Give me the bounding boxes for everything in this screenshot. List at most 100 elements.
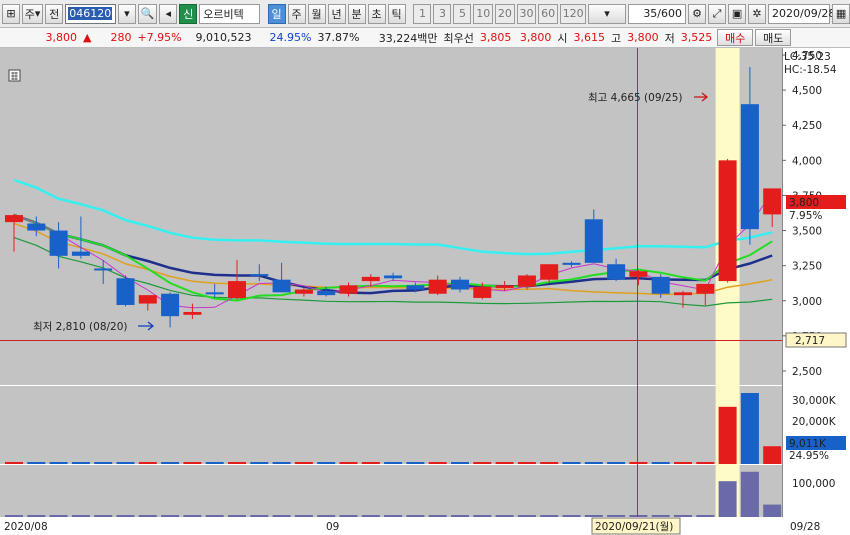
market-select[interactable]: 주 ▾ bbox=[22, 3, 44, 24]
volume-bar bbox=[317, 462, 336, 464]
period-type-button[interactable]: 전 bbox=[45, 3, 64, 24]
buy-button[interactable]: 매수 bbox=[717, 29, 754, 46]
turnover-bar bbox=[740, 471, 759, 517]
period-tab-label: 초 bbox=[371, 7, 382, 21]
volume-pane[interactable] bbox=[0, 386, 782, 464]
date-field[interactable]: 2020/09/28 bbox=[768, 3, 835, 24]
turnover-bar bbox=[5, 515, 23, 517]
chart-type-icon[interactable]: ⊞ bbox=[2, 3, 20, 24]
date-value: 2020/09/28 bbox=[772, 7, 836, 20]
save-icon[interactable]: ▣ bbox=[728, 3, 747, 24]
turnover-bar bbox=[607, 515, 626, 517]
candle-body bbox=[317, 290, 336, 296]
stock-name-field[interactable]: 오르비텍 bbox=[199, 3, 260, 24]
trade-amount: 33,224백만 bbox=[378, 31, 438, 45]
high-price: 3,800 bbox=[627, 31, 659, 44]
turnover-pane[interactable] bbox=[0, 465, 782, 517]
volume-bar bbox=[696, 462, 715, 464]
draw-icon[interactable]: ⤢ bbox=[708, 3, 727, 24]
volume-bar bbox=[540, 462, 559, 464]
volume-bar bbox=[5, 462, 23, 464]
volume-bar bbox=[228, 462, 246, 464]
tick-button-30[interactable]: 30 bbox=[516, 3, 537, 24]
data-count-field[interactable]: 35/600 bbox=[627, 3, 687, 24]
sell-button-label: 매도 bbox=[763, 31, 784, 45]
open-price: 3,615 bbox=[573, 31, 605, 44]
candle-body bbox=[71, 251, 90, 256]
price-tick-label: 4,500 bbox=[792, 85, 822, 97]
period-tab-label: 주 bbox=[291, 7, 302, 21]
x-axis-panel bbox=[0, 517, 850, 535]
candle-body bbox=[138, 295, 157, 304]
volume-ratio: 24.95% bbox=[269, 31, 312, 44]
turnover-bar bbox=[495, 515, 514, 517]
volume-bar bbox=[272, 462, 291, 464]
turnover-bar bbox=[205, 515, 224, 517]
price-tick-label: 3,000 bbox=[792, 296, 822, 308]
period-tab-tick[interactable]: 틱 bbox=[387, 3, 406, 24]
calendar-icon[interactable]: ▦ bbox=[832, 3, 850, 24]
volume-bar bbox=[339, 462, 358, 464]
turnover-bar bbox=[696, 515, 715, 517]
period-tab-month[interactable]: 월 bbox=[307, 3, 326, 24]
min-annotation: 최저 2,810 (08/20) bbox=[33, 321, 128, 333]
turnover-bar bbox=[517, 515, 536, 517]
stock-code-input[interactable]: 046120 bbox=[65, 3, 116, 24]
candle-body bbox=[473, 286, 492, 298]
tick-button-3[interactable]: 3 bbox=[433, 3, 452, 24]
tick-button-5[interactable]: 5 bbox=[453, 3, 472, 24]
volume-bar bbox=[517, 462, 536, 464]
turnover-bar bbox=[317, 515, 336, 517]
x-label-start: 2020/08 bbox=[4, 521, 48, 533]
volume-bar bbox=[584, 462, 603, 464]
turnover-bar bbox=[674, 515, 692, 517]
sell-button[interactable]: 매도 bbox=[755, 29, 792, 46]
turnover-bar bbox=[361, 515, 380, 517]
volume-bar bbox=[718, 406, 737, 464]
period-tab-day[interactable]: 일 bbox=[267, 3, 286, 24]
period-tab-year[interactable]: 년 bbox=[327, 3, 346, 24]
volume-bar bbox=[473, 462, 492, 464]
chart-tools-icon[interactable]: ⚙ bbox=[688, 3, 707, 24]
turnover-bar bbox=[116, 515, 135, 517]
current-price-tag-label: 3,800 bbox=[789, 197, 819, 209]
period-tab-second[interactable]: 초 bbox=[367, 3, 386, 24]
turnover-bar bbox=[161, 515, 180, 517]
tick-button-1[interactable]: 1 bbox=[413, 3, 432, 24]
volume-bar bbox=[138, 462, 157, 464]
stock-chart[interactable]: 4,7504,5004,2504,0003,7503,5003,2503,000… bbox=[0, 48, 850, 535]
tick-button-20[interactable]: 20 bbox=[495, 3, 515, 24]
turnover-rate: 37.87% bbox=[317, 31, 360, 44]
tick-button-120[interactable]: 120 bbox=[559, 3, 587, 24]
candle-body bbox=[228, 281, 246, 298]
candle-body bbox=[517, 275, 536, 287]
period-tab-minute[interactable]: 분 bbox=[347, 3, 366, 24]
candle-body bbox=[5, 215, 23, 223]
settings-icon[interactable]: ✲ bbox=[748, 3, 767, 24]
turnover-bar bbox=[228, 515, 246, 517]
volume-bar bbox=[629, 462, 648, 464]
candle-body bbox=[718, 160, 737, 282]
volume-bar bbox=[49, 462, 68, 464]
tick-button-60[interactable]: 60 bbox=[538, 3, 558, 24]
turnover-bar bbox=[384, 515, 403, 517]
volume-bar bbox=[763, 446, 782, 464]
turnover-bar bbox=[272, 515, 291, 517]
x-label-mid: 09 bbox=[326, 521, 339, 533]
tick-label: 30 bbox=[519, 7, 534, 20]
vol-tick-30000k: 30,000K bbox=[792, 395, 837, 407]
period-tab-week[interactable]: 주 bbox=[287, 3, 306, 24]
low-label: 저 bbox=[664, 31, 675, 45]
volume-bar bbox=[116, 462, 135, 464]
code-dropdown-icon[interactable]: ▾ bbox=[117, 3, 136, 24]
search-icon[interactable]: 🔍 bbox=[137, 3, 158, 24]
speaker-icon[interactable]: ◂ bbox=[159, 3, 178, 24]
candle-body bbox=[607, 264, 626, 280]
candle-body bbox=[161, 293, 180, 317]
low-price: 3,525 bbox=[680, 31, 713, 44]
tick-button-10[interactable]: 10 bbox=[473, 3, 494, 24]
change-percent: +7.95% bbox=[137, 31, 182, 44]
tick-custom-dropdown[interactable]: ▾ bbox=[588, 3, 626, 24]
volume-bar bbox=[250, 462, 269, 464]
trade-volume: 9,010,523 bbox=[195, 31, 252, 44]
